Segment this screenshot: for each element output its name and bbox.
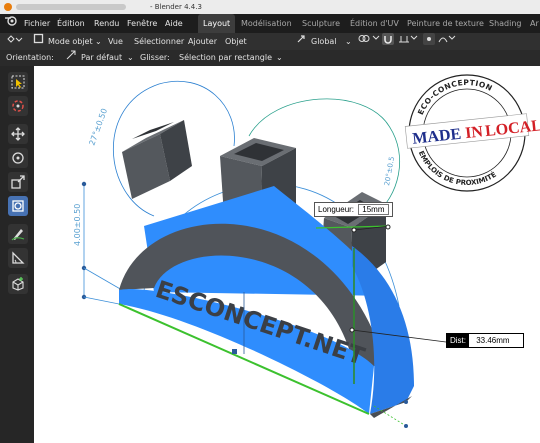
menu-fichier[interactable]: Fichier (24, 14, 50, 33)
tab-modelisation[interactable]: Modélisation (241, 14, 292, 33)
chevron-down-icon: ⌄ (345, 37, 352, 46)
tool-cursor[interactable] (8, 96, 28, 116)
longueur-callout: Longueur: 15mm (314, 202, 393, 217)
measure-point[interactable] (232, 349, 237, 354)
title-bar: - Blender 4.4.3 (0, 0, 540, 14)
blurred-filename (16, 4, 126, 10)
tool-rotate[interactable] (8, 148, 28, 168)
orientation-axes-icon (66, 50, 76, 66)
dim-arc-left-label: 27°±0.50 (87, 107, 109, 146)
editor-type-icon[interactable] (6, 33, 24, 51)
tool-annotate[interactable] (8, 224, 28, 244)
rotate-icon (12, 152, 24, 164)
3d-viewport[interactable]: 27°±0.50 20°±0.5 4.00±0.50 ESCONCEPT.NET… (34, 66, 540, 443)
tab-layout[interactable]: Layout (198, 14, 236, 33)
dim-handle[interactable] (404, 400, 408, 404)
tool-select-box[interactable] (8, 72, 28, 92)
pen-holder-left[interactable] (122, 120, 192, 199)
menu-rendu[interactable]: Rendu (94, 14, 119, 33)
scene-canvas[interactable]: 27°±0.50 20°±0.5 4.00±0.50 ESCONCEPT.NET… (34, 66, 540, 443)
blender-logo-icon (4, 3, 12, 11)
orientation-dropdown[interactable]: Par défaut (81, 50, 122, 66)
menu-objet[interactable]: Objet (225, 33, 247, 50)
drag-label: Glisser: (140, 53, 170, 62)
dim-extension-line (83, 267, 123, 291)
mode-icon (33, 33, 44, 50)
proportional-falloff-icon[interactable] (438, 33, 456, 50)
scale-icon (11, 175, 25, 189)
longueur-anchor[interactable] (351, 227, 357, 233)
transform-icon (12, 200, 24, 212)
dim-height-label: 4.00±0.50 (73, 204, 82, 246)
cursor-icon (12, 100, 24, 112)
chevron-down-icon: ⌄ (127, 53, 134, 62)
tab-sculpture[interactable]: Sculpture (302, 14, 340, 33)
tool-add-cube[interactable] (8, 274, 28, 294)
tool-measure[interactable] (8, 248, 28, 268)
menu-ajouter[interactable]: Ajouter (188, 33, 217, 50)
viewport-header: Mode objet ⌄ Vue Sélectionner Ajouter Ob… (0, 33, 540, 50)
dist-value[interactable]: 33.46mm (471, 334, 523, 347)
annotate-icon (11, 229, 25, 241)
tab-shading[interactable]: Shading (489, 14, 522, 33)
tool-scale[interactable] (8, 172, 28, 192)
menu-selectionner[interactable]: Sélectionner (134, 33, 184, 50)
dist-label: Dist: (447, 334, 469, 347)
dim-handle[interactable] (404, 424, 408, 428)
tab-peinture-texture[interactable]: Peinture de texture (407, 14, 484, 33)
longueur-value[interactable]: 15mm (358, 204, 389, 215)
orientation-global-icon (296, 33, 307, 50)
orientation-label: Orientation: (6, 53, 54, 62)
tool-options-bar: Orientation: Par défaut ⌄ Glisser: Sélec… (0, 50, 540, 66)
dim-handle[interactable] (81, 181, 87, 187)
measure-icon (12, 251, 25, 264)
snap-target-icon[interactable] (398, 33, 418, 50)
tool-shelf (0, 66, 34, 443)
snap-magnet-icon[interactable] (382, 33, 394, 51)
menu-edition[interactable]: Édition (57, 14, 85, 33)
longueur-label: Longueur: (318, 205, 355, 214)
move-icon (11, 127, 25, 141)
longueur-anchor[interactable] (385, 224, 391, 230)
window-title: - Blender 4.4.3 (150, 3, 202, 11)
dist-anchor[interactable] (349, 327, 355, 333)
chevron-down-icon: ⌄ (95, 37, 102, 46)
transform-orientation-dropdown[interactable]: Global (311, 33, 337, 50)
drag-dropdown[interactable]: Sélection par rectangle (179, 50, 272, 66)
tool-move[interactable] (8, 124, 28, 144)
add-cube-icon (12, 277, 24, 291)
dim-arc-right-label: 20°±0.5 (383, 156, 396, 186)
menu-bar: Fichier Édition Rendu Fenêtre Aide Layou… (0, 14, 540, 33)
tab-edition-uv[interactable]: Édition d'UV (350, 14, 399, 33)
badge-in: IN (464, 123, 484, 142)
made-in-local-badge: ECO-CONCEPTION EMPLOIS DE PROXIMITÉ MADE… (404, 74, 540, 192)
tool-transform[interactable] (8, 196, 28, 216)
dim-extension-line (83, 296, 120, 305)
mode-dropdown[interactable]: Mode objet (48, 33, 93, 50)
construction-line (373, 405, 407, 427)
blender-menu-icon[interactable] (4, 14, 18, 33)
pivot-link-icon[interactable] (358, 33, 380, 50)
select-box-icon (11, 75, 25, 89)
menu-aide[interactable]: Aide (165, 14, 183, 33)
tab-more[interactable]: Ar (530, 14, 539, 33)
chevron-down-icon: ⌄ (276, 53, 283, 62)
menu-vue[interactable]: Vue (108, 33, 123, 50)
proportional-edit-icon[interactable] (423, 33, 435, 51)
dist-callout: Dist: 33.46mm (446, 333, 525, 348)
menu-fenetre[interactable]: Fenêtre (127, 14, 157, 33)
